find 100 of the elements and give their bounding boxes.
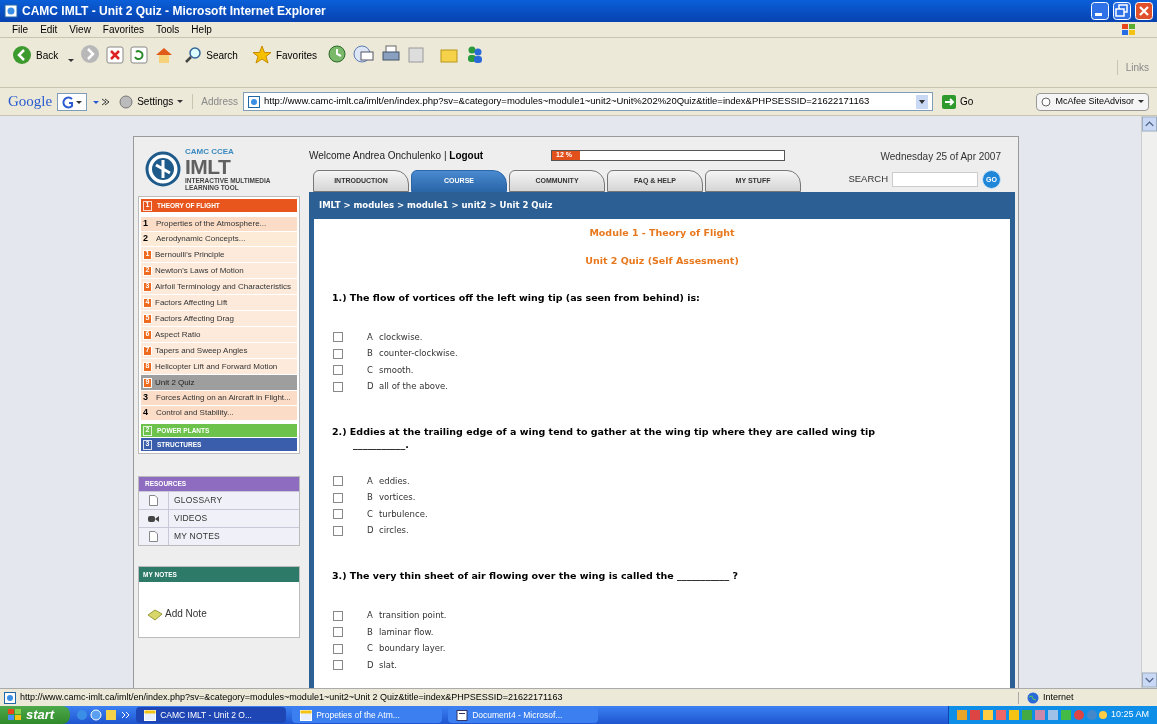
refresh-icon[interactable]	[130, 46, 149, 64]
topic-label: Properties of the Atmosphere...	[156, 219, 267, 229]
menu-item[interactable]: Favorites	[102, 22, 144, 37]
option-text: transition point.	[379, 609, 447, 622]
status-url: http://www.camc-imlt.ca/imlt/en/index.php?sv=&category=modules~module1~unit2~Unit 2 Quiz&title=index&PHPSESSID=21622171163	[20, 690, 564, 704]
answer-checkbox[interactable]	[333, 476, 343, 487]
answer-checkbox[interactable]	[333, 627, 343, 637]
go-arrow-icon	[942, 94, 956, 109]
logo-text: CAMC CCEA	[185, 147, 235, 156]
scroll-down-icon	[1142, 672, 1157, 688]
answer-checkbox[interactable]	[333, 643, 343, 654]
breadcrumb-text[interactable]: IMLT > modules > module1 > unit2 > Unit 2 Quiz	[319, 199, 553, 212]
favorites-button[interactable]: Favorites	[247, 44, 322, 66]
quiz-title: Unit 2 Quiz (Self Assesment)	[585, 254, 739, 269]
lesson-label: Tapers and Sweep Angles	[155, 346, 248, 355]
topic-number: 4	[143, 406, 149, 420]
logo-name: IMLT	[185, 155, 232, 177]
question-text: 2.) Eddies at the trailing edge of a wing tend to gather at the wing tip where they are called wing tip	[332, 424, 877, 439]
answer-checkbox[interactable]	[333, 381, 343, 392]
option-text: vortices.	[379, 491, 416, 505]
add-note-button[interactable]: Add Note	[147, 606, 207, 621]
topic-item[interactable]: 1 Properties of the Atmosphere...	[141, 217, 297, 231]
scroll-up-icon	[1142, 116, 1157, 132]
resource-item[interactable]: MY NOTES	[139, 527, 299, 545]
topic-number: 3	[143, 391, 149, 405]
ie-page-icon	[4, 691, 16, 704]
option-text: all of the above.	[379, 380, 448, 393]
menu-item[interactable]: File	[12, 22, 29, 37]
windows-flag-icon	[8, 709, 22, 721]
taskbar-button[interactable]: Propeties of the Atm...	[292, 707, 443, 723]
dropdown-caret-icon[interactable]	[68, 59, 75, 62]
dropdown-caret-icon	[1138, 100, 1144, 103]
lesson-label: Bernoulli's Principle	[155, 250, 225, 259]
start-button[interactable]: start	[0, 706, 71, 724]
answer-checkbox[interactable]	[333, 332, 343, 342]
answer-checkbox[interactable]	[333, 509, 343, 520]
dropdown-caret-icon	[177, 100, 184, 103]
clock-time: 10:25 AM	[1110, 708, 1149, 722]
stop-icon[interactable]	[106, 46, 125, 64]
menu-item[interactable]: Tools	[156, 22, 180, 37]
search-field[interactable]	[892, 172, 978, 187]
option-letter: B	[367, 491, 374, 505]
topic-item[interactable]: 2 Aerodynamic Concepts...	[141, 232, 297, 246]
document-icon	[149, 495, 158, 506]
option-text: eddies.	[379, 474, 410, 488]
resource-label: MY NOTES	[173, 530, 220, 544]
minimize-icon[interactable]	[1091, 2, 1109, 20]
option-text: clockwise.	[379, 330, 423, 344]
topic-item[interactable]: 3 Forces Acting on an Aircraft in Flight...	[141, 391, 297, 405]
taskbar-button[interactable]: Document4 - Microsof...	[448, 707, 599, 723]
logout-link[interactable]: Logout	[449, 149, 484, 161]
option-letter: D	[367, 658, 375, 672]
answer-checkbox[interactable]	[333, 525, 343, 536]
topic-label: Control and Stability...	[156, 408, 234, 418]
lesson-label: Factors Affecting Lift	[155, 298, 228, 307]
answer-checkbox[interactable]	[333, 365, 343, 375]
search-label: SEARCH	[848, 172, 888, 187]
lesson-label: Helicopter Lift and Forward Motion	[155, 362, 278, 371]
mcafee-siteadvisor-button[interactable]: McAfee SiteAdvisor	[1036, 92, 1149, 111]
answer-checkbox[interactable]	[333, 348, 343, 359]
restore-icon[interactable]	[1113, 2, 1131, 20]
address-url: http://www.camc-imlt.ca/imlt/en/index.php?sv=&category=modules~module1~unit2~Unit%202%20Quiz&title=index&PHPSESSID=21622171163	[264, 94, 871, 109]
resource-item[interactable]: GLOSSARY	[139, 491, 299, 509]
resource-item[interactable]: VIDEOS	[139, 509, 299, 527]
topic-number: 1	[143, 217, 149, 231]
answer-blank: ___________.	[352, 441, 410, 449]
google-logo: Google	[8, 92, 53, 112]
scrollbar[interactable]	[1141, 116, 1157, 688]
topic-item[interactable]: 4 Control and Stability...	[141, 406, 297, 420]
option-text: laminar flow.	[379, 625, 434, 639]
search-button[interactable]: Search	[180, 44, 242, 66]
close-icon[interactable]	[1135, 2, 1153, 20]
back-button[interactable]: Back	[8, 44, 63, 66]
google-search-box[interactable]	[57, 92, 88, 111]
dropdown-caret-icon	[916, 94, 928, 109]
answer-checkbox[interactable]	[333, 660, 343, 670]
answer-checkbox[interactable]	[333, 492, 343, 503]
history-icon[interactable]	[327, 44, 348, 64]
option-text: circles.	[379, 524, 409, 538]
status-zone: Internet	[1043, 690, 1075, 704]
ie-page-icon	[248, 95, 260, 108]
window-icon	[144, 709, 157, 721]
lesson-label: Airfoil Terminology and Characteristics	[155, 282, 291, 291]
option-text: slat.	[379, 658, 398, 672]
print-icon[interactable]	[381, 44, 402, 64]
address-label: Address	[192, 94, 238, 109]
go-button[interactable]: Go	[938, 92, 978, 111]
taskbar-button[interactable]: CAMC IMLT - Unit 2 O...	[136, 707, 287, 723]
window-title: CAMC IMLT - Unit 2 Quiz - Microsoft Internet Explorer	[22, 3, 327, 20]
menu-item[interactable]: Help	[191, 22, 212, 37]
address-field[interactable]: http://www.camc-imlt.ca/imlt/en/index.php?sv=&category=modules~module1~unit2~Unit%202%20Quiz&title=index&PHPSESSID=21622171163	[243, 92, 933, 111]
answer-checkbox[interactable]	[333, 610, 343, 621]
settings-button[interactable]: Settings	[115, 92, 188, 111]
question-text: 1.) The flow of vortices off the left wing tip (as seen from behind) is:	[332, 290, 701, 305]
menu-item[interactable]: Edit	[40, 22, 58, 37]
quick-launch-icons-drawing	[76, 708, 131, 722]
menu-item[interactable]: View	[69, 22, 91, 37]
option-text: boundary layer.	[379, 642, 446, 655]
lesson-label: Unit 2 Quiz	[155, 378, 195, 387]
video-camera-icon	[148, 514, 159, 523]
